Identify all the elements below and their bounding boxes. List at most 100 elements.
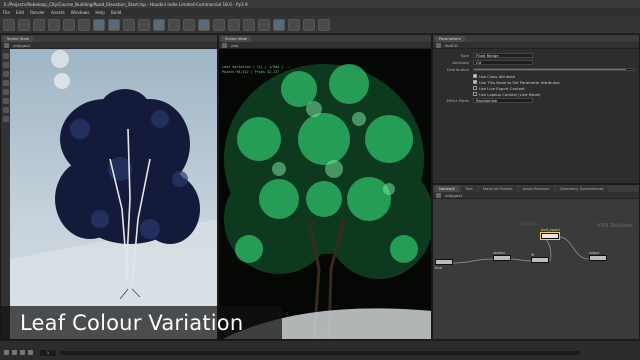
- checkbox[interactable]: [473, 92, 477, 96]
- node-label: output: [589, 251, 600, 255]
- shelf-tool-icon[interactable]: [198, 18, 210, 31]
- shelf-tool-icon[interactable]: [273, 18, 285, 31]
- select-tool-icon[interactable]: [2, 53, 9, 59]
- shelf-tool-icon[interactable]: [108, 18, 120, 31]
- param-label: Type: [460, 53, 469, 58]
- shelf-tool-icon[interactable]: [303, 18, 315, 31]
- step-forward-icon[interactable]: [28, 350, 33, 355]
- frame-field[interactable]: 1: [40, 350, 56, 356]
- checkbox[interactable]: [473, 80, 477, 84]
- menu-bar: File Edit Render Assets Windows Help Bui…: [0, 8, 640, 16]
- back-arrow-icon[interactable]: [436, 192, 441, 198]
- param-row-distribution: Distribution: [437, 66, 635, 73]
- center-scene-viewport[interactable]: Scene View /obj Leaf Variation / (1) | 1…: [218, 34, 432, 340]
- menu-assets[interactable]: Assets: [51, 10, 65, 15]
- shelf-tool-icon[interactable]: [228, 18, 240, 31]
- menu-windows[interactable]: Windows: [71, 10, 90, 15]
- step-back-icon[interactable]: [12, 350, 17, 355]
- menu-help[interactable]: Help: [95, 10, 105, 15]
- center-viewport-canvas[interactable]: Leaf Variation / (1) | 1/Geo | ... Point…: [219, 49, 431, 339]
- window-title: E:/Projects/Rebeloop_City/Course_Buildin…: [4, 1, 248, 7]
- check-label: Use Live Export Context: [479, 85, 525, 91]
- menu-build[interactable]: Build: [111, 10, 122, 15]
- handle-tool-icon[interactable]: [2, 89, 9, 95]
- left-viewport-canvas[interactable]: [10, 49, 217, 339]
- shelf-tool-icon[interactable]: [63, 18, 75, 31]
- tab-network[interactable]: Network: [435, 185, 459, 192]
- shelf-tool-icon[interactable]: [318, 18, 330, 31]
- center-viewport-tabs: Scene View: [219, 35, 431, 42]
- viewport-info-line: Points 98,412 | Prims 32,117: [222, 69, 280, 74]
- shelf-tool-icon[interactable]: [138, 18, 150, 31]
- check-label: Use This Node to Set Parameter Attribute…: [479, 79, 560, 85]
- vop-node[interactable]: [493, 255, 511, 261]
- network-path-bar: /obj/geo1: [433, 192, 639, 199]
- param-node-name[interactable]: leafCD: [445, 43, 458, 48]
- tab-parameters[interactable]: Parameters: [435, 35, 465, 42]
- effect-mode-dropdown[interactable]: Randomize: [473, 98, 533, 103]
- shelf-tool-icon[interactable]: [288, 18, 300, 31]
- network-path[interactable]: /obj/geo1: [445, 193, 463, 198]
- snap-tool-icon[interactable]: [2, 107, 9, 113]
- type-dropdown[interactable]: Float Range: [473, 53, 533, 58]
- shelf-tool-icon[interactable]: [243, 18, 255, 31]
- shelf-tool-icon[interactable]: [93, 18, 105, 31]
- play-icon[interactable]: [20, 350, 25, 355]
- shelf-tool-icon[interactable]: [213, 18, 225, 31]
- param-label: Effect Mode: [446, 98, 469, 103]
- center-viewport-path[interactable]: /obj: [231, 43, 238, 48]
- check-label: Use Lookup Context (Live Mode): [479, 91, 541, 97]
- network-editor-pane: Network Tree Material Palette Asset Brow…: [432, 184, 640, 340]
- timeline-bar: 1: [0, 340, 640, 360]
- attribute-field[interactable]: Cd: [473, 60, 533, 65]
- network-canvas[interactable]: leaf_VOP VEX Builder bind random fit bin…: [433, 199, 639, 339]
- brush-tool-icon[interactable]: [2, 116, 9, 122]
- shelf-tool-icon[interactable]: [153, 18, 165, 31]
- vop-node[interactable]: [531, 257, 549, 263]
- param-pane-tabs: Parameters: [433, 35, 639, 42]
- left-viewport-path-bar: /obj/geo1: [1, 42, 217, 49]
- tab-asset-browser[interactable]: Asset Browser: [518, 185, 554, 192]
- timeline-track[interactable]: [60, 351, 580, 355]
- parameter-pane: Parameters leafCD Type Float Range Attri…: [432, 34, 640, 184]
- caption-text: Leaf Colour Variation: [20, 311, 244, 335]
- tab-geometry-spreadsheet[interactable]: Geometry Spreadsheet: [555, 185, 608, 192]
- vop-node[interactable]: [589, 255, 607, 261]
- tab-scene-view[interactable]: Scene View: [221, 35, 251, 42]
- left-viewport-path[interactable]: /obj/geo1: [13, 43, 31, 48]
- node-label: bind_export: [541, 228, 560, 232]
- node-type-icon: [436, 42, 441, 48]
- shelf-tool-icon[interactable]: [258, 18, 270, 31]
- scale-tool-icon[interactable]: [2, 80, 9, 86]
- back-arrow-icon[interactable]: [4, 42, 9, 48]
- shelf-tool-icon[interactable]: [18, 18, 30, 31]
- distribution-slider[interactable]: [473, 68, 635, 71]
- tab-material-palette[interactable]: Material Palette: [478, 185, 517, 192]
- menu-edit[interactable]: Edit: [16, 10, 24, 15]
- tab-tree[interactable]: Tree: [460, 185, 477, 192]
- tab-scene-view[interactable]: Scene View: [3, 35, 33, 42]
- shelf-tool-icon[interactable]: [33, 18, 45, 31]
- left-scene-viewport[interactable]: Scene View /obj/geo1: [0, 34, 218, 340]
- menu-render[interactable]: Render: [30, 10, 45, 15]
- viewport-info-line: Leaf Variation / (1) | 1/Geo | ...: [222, 65, 292, 69]
- vop-node[interactable]: [435, 259, 453, 265]
- playback-controls: [4, 350, 33, 355]
- checkbox[interactable]: [473, 86, 477, 90]
- move-tool-icon[interactable]: [2, 62, 9, 68]
- jump-start-icon[interactable]: [4, 350, 9, 355]
- view-tool-icon[interactable]: [2, 98, 9, 104]
- video-caption: Leaf Colour Variation: [0, 306, 282, 340]
- back-arrow-icon[interactable]: [222, 42, 227, 48]
- shelf-tool-icon[interactable]: [48, 18, 60, 31]
- shelf-tool-icon[interactable]: [78, 18, 90, 31]
- menu-file[interactable]: File: [3, 10, 10, 15]
- shelf-tool-icon[interactable]: [168, 18, 180, 31]
- window-title-bar: E:/Projects/Rebeloop_City/Course_Buildin…: [0, 0, 640, 8]
- shelf-tool-icon[interactable]: [183, 18, 195, 31]
- shelf-tool-icon[interactable]: [3, 18, 15, 31]
- checkbox[interactable]: [473, 74, 477, 78]
- shelf-tool-icon[interactable]: [123, 18, 135, 31]
- vop-node-selected[interactable]: [541, 233, 559, 239]
- rotate-tool-icon[interactable]: [2, 71, 9, 77]
